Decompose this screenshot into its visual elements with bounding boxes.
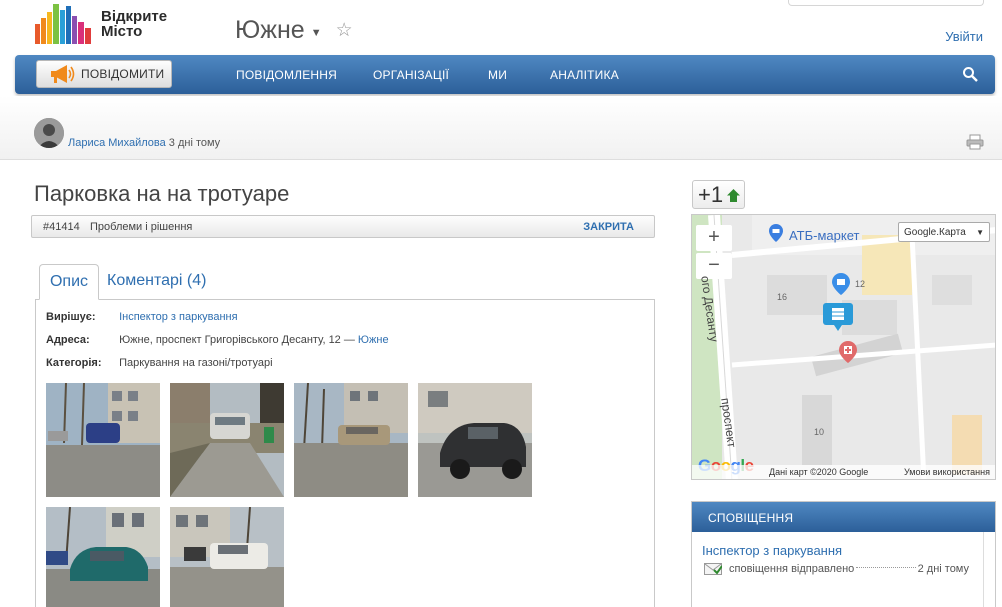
address-label: Адреса: xyxy=(46,334,90,346)
megaphone-icon xyxy=(51,65,75,83)
notifications-panel: СПОВІЩЕННЯ Інспектор з паркування сповіщ… xyxy=(691,501,996,607)
map-type-select[interactable]: Google.Карта ▼ xyxy=(898,222,990,242)
description-panel: Вирішує: Інспектор з паркування Адреса: … xyxy=(35,299,655,607)
report-button-label: ПОВІДОМИТИ xyxy=(81,67,165,81)
map-footer: Дані карт ©2020 Google Умови використанн… xyxy=(692,465,995,479)
logo-line2: Місто xyxy=(101,23,143,40)
photo-thumbnail[interactable] xyxy=(418,383,532,497)
nav-item-messages[interactable]: ПОВІДОМЛЕННЯ xyxy=(236,68,337,82)
nav-item-organizations[interactable]: ОРГАНІЗАЦІЇ xyxy=(373,68,449,82)
author-line: Лариса Михайлова 3 дні тому xyxy=(68,137,220,149)
print-icon[interactable] xyxy=(966,134,984,150)
city-selector[interactable]: Южне ▼ ☆ xyxy=(235,16,353,45)
photo-image xyxy=(170,383,284,497)
notifications-body: Інспектор з паркування сповіщення відпра… xyxy=(692,532,984,607)
nav-item-about[interactable]: МИ xyxy=(488,68,507,82)
category-label: Категорія: xyxy=(46,357,102,369)
resolver-link[interactable]: Інспектор з паркування xyxy=(119,311,238,323)
resolver-row: Вирішує: Інспектор з паркування xyxy=(46,311,238,323)
address-city-link[interactable]: Южне xyxy=(358,334,389,346)
map-house-number: 12 xyxy=(855,279,866,289)
post-time: 3 дні тому xyxy=(168,137,221,149)
tab-description[interactable]: Опис xyxy=(39,264,99,300)
notifications-heading: СПОВІЩЕННЯ xyxy=(692,502,995,532)
notification-recipient-link[interactable]: Інспектор з паркування xyxy=(702,543,842,558)
zoom-in-button[interactable]: + xyxy=(696,225,732,251)
dotted-leader xyxy=(856,567,916,568)
photo-image xyxy=(170,507,284,607)
main-navbar: ПОВІДОМИТИ ПОВІДОМЛЕННЯ ОРГАНІЗАЦІЇ МИ А… xyxy=(15,55,995,94)
issue-number: #41414 xyxy=(43,221,80,233)
issue-marker-icon xyxy=(823,303,853,331)
resolver-label: Вирішує: xyxy=(46,311,96,323)
address-text: Южне, проспект Григорівського Десанту, 1… xyxy=(119,334,355,346)
category-row: Категорія: Паркування на газоні/тротуарі xyxy=(46,357,273,369)
address-row: Адреса: Южне, проспект Григорівського Де… xyxy=(46,334,389,346)
photo-image xyxy=(418,383,532,497)
photo-thumbnail[interactable] xyxy=(294,383,408,497)
hospital-pin-icon xyxy=(839,341,857,363)
avatar[interactable] xyxy=(34,118,64,148)
map-terms-link[interactable]: Умови використання xyxy=(904,467,990,477)
zoom-out-button[interactable]: − xyxy=(696,253,732,279)
city-name: Южне xyxy=(235,16,305,44)
search-icon[interactable] xyxy=(962,66,978,82)
caret-down-icon: ▼ xyxy=(976,228,984,237)
notification-text: сповіщення відправлено xyxy=(729,563,855,575)
envelope-check-icon xyxy=(704,563,722,575)
top-tab xyxy=(788,0,984,6)
nav-item-analytics[interactable]: АНАЛІТИКА xyxy=(550,68,619,82)
site-logo[interactable]: Відкрите Місто xyxy=(35,2,167,46)
login-link[interactable]: Увійти xyxy=(945,29,983,44)
vote-button[interactable]: +1 xyxy=(692,180,745,209)
issue-category: Проблеми і рішення xyxy=(90,221,193,233)
photo-image xyxy=(46,507,160,607)
caret-down-icon: ▼ xyxy=(310,26,322,39)
category-value: Паркування на газоні/тротуарі xyxy=(119,357,273,369)
notification-item: сповіщення відправлено 2 дні тому xyxy=(704,563,969,575)
photo-thumbnail[interactable] xyxy=(46,507,160,607)
shopping-cart-pin-icon xyxy=(769,224,783,242)
author-strip: Лариса Михайлова 3 дні тому xyxy=(0,96,1002,160)
user-silhouette-icon xyxy=(34,118,64,148)
status-badge: ЗАКРИТА xyxy=(583,221,634,233)
vote-label: +1 xyxy=(698,182,724,207)
map-type-value: Google.Карта xyxy=(904,227,966,238)
map-attribution: Дані карт ©2020 Google xyxy=(769,467,869,477)
author-name-link[interactable]: Лариса Михайлова xyxy=(68,137,166,149)
map-house-number: 16 xyxy=(777,292,788,302)
issue-status-bar: #41414 Проблеми і рішення ЗАКРИТА xyxy=(31,215,655,238)
map-poi-label: АТБ-маркет xyxy=(789,228,860,243)
tab-comments[interactable]: Коментарі (4) xyxy=(107,272,206,290)
star-icon[interactable]: ☆ xyxy=(336,19,353,42)
location-map[interactable]: + − Google.Карта ▼ АТБ-маркет ого Десант… xyxy=(691,214,996,480)
photo-thumbnail[interactable] xyxy=(170,383,284,497)
issue-title: Парковка на на тротуаре xyxy=(34,181,290,206)
shop-pin-icon xyxy=(832,273,850,295)
map-house-number: 10 xyxy=(814,427,825,437)
house-up-icon xyxy=(727,189,740,202)
photo-image xyxy=(294,383,408,497)
photo-image xyxy=(46,383,160,497)
photo-thumbnail[interactable] xyxy=(170,507,284,607)
photo-thumbnail[interactable] xyxy=(46,383,160,497)
notification-time: 2 дні тому xyxy=(917,563,969,575)
report-button[interactable]: ПОВІДОМИТИ xyxy=(36,60,172,88)
logo-line1: Відкрите xyxy=(101,8,168,25)
city-logo-icon xyxy=(35,4,91,44)
